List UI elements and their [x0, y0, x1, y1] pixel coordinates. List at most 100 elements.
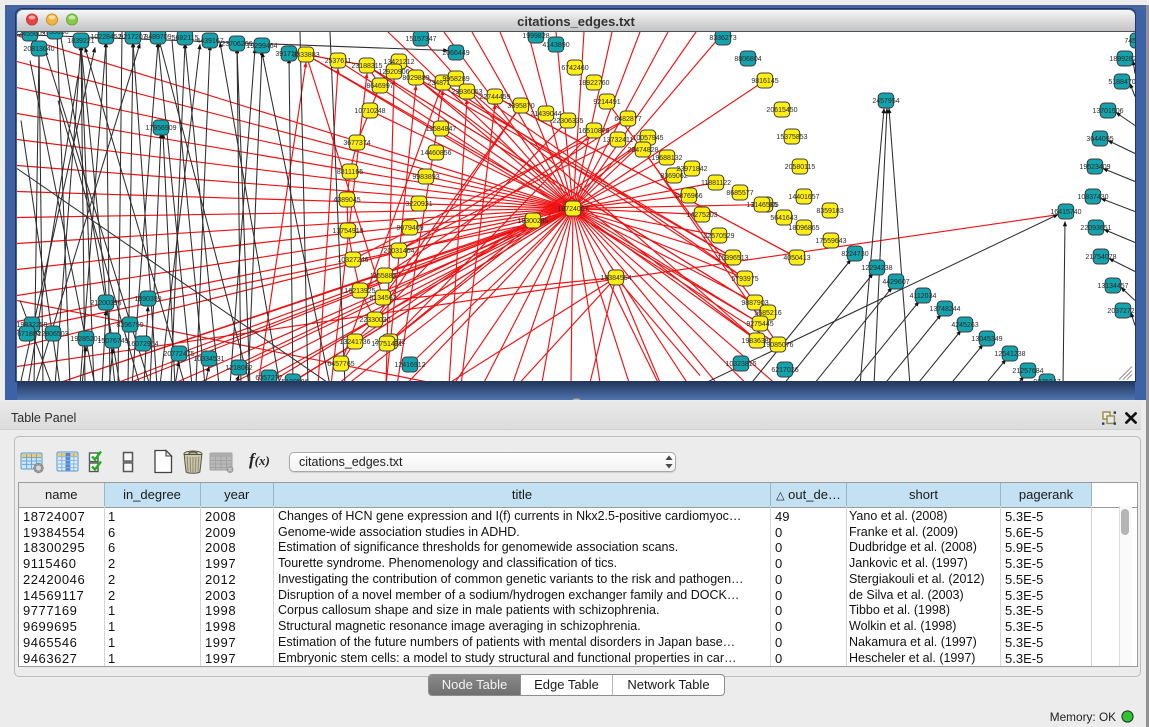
svg-text:10327246: 10327246	[337, 257, 368, 264]
svg-text:13701506: 13701506	[1092, 108, 1123, 115]
svg-text:2457954: 2457954	[872, 98, 899, 105]
svg-text:18300295: 18300295	[517, 218, 548, 225]
svg-text:8029889: 8029889	[402, 75, 429, 82]
svg-text:13754919: 13754919	[332, 228, 363, 235]
svg-text:14401657: 14401657	[788, 194, 819, 201]
svg-text:8224730: 8224730	[841, 251, 868, 258]
svg-text:18922760: 18922760	[578, 80, 609, 87]
svg-text:13732411: 13732411	[603, 137, 634, 144]
svg-text:17559643: 17559643	[815, 238, 846, 245]
svg-text:10710248: 10710248	[354, 108, 385, 115]
svg-text:16072954: 16072954	[127, 341, 158, 348]
svg-text:6217026: 6217026	[771, 367, 798, 374]
svg-text:9958289: 9958289	[442, 76, 469, 83]
svg-text:3677374: 3677374	[343, 140, 370, 147]
svg-text:12294238: 12294238	[861, 265, 892, 272]
svg-text:22093651: 22093651	[1080, 225, 1111, 232]
svg-text:3220921: 3220921	[405, 201, 432, 208]
svg-text:15157347: 15157347	[405, 36, 436, 43]
svg-text:3395870: 3395870	[507, 103, 534, 110]
svg-text:8646997: 8646997	[366, 83, 393, 90]
svg-text:18724007: 18724007	[557, 206, 588, 213]
svg-text:4245263: 4245263	[951, 322, 978, 329]
svg-text:1890399: 1890399	[134, 296, 161, 303]
svg-text:19523409: 19523409	[1079, 164, 1110, 171]
svg-text:13146585: 13146585	[746, 202, 777, 209]
svg-text:18096865: 18096865	[788, 225, 819, 232]
svg-text:22474828: 22474828	[627, 147, 658, 154]
svg-text:20813640: 20813640	[23, 46, 54, 53]
svg-text:16396513: 16396513	[717, 255, 748, 262]
svg-text:12416912: 12416912	[394, 362, 425, 369]
svg-text:1218062: 1218062	[225, 365, 252, 372]
svg-text:5682115: 5682115	[172, 35, 199, 42]
svg-text:23936053: 23936053	[451, 89, 482, 96]
svg-text:11584847: 11584847	[426, 126, 457, 133]
svg-text:8336273: 8336273	[709, 35, 736, 42]
svg-text:20772475: 20772475	[163, 351, 194, 358]
svg-text:6457765: 6457765	[327, 361, 354, 368]
svg-text:15076749: 15076749	[97, 338, 128, 345]
svg-text:8685577: 8685577	[726, 190, 753, 197]
svg-text:22806503: 22806503	[37, 331, 68, 338]
svg-text:20615450: 20615450	[766, 107, 797, 114]
svg-text:8134562: 8134562	[369, 295, 396, 302]
svg-text:21754078: 21754078	[1085, 254, 1116, 261]
svg-text:17956909: 17956909	[145, 125, 176, 132]
svg-text:17751421: 17751421	[371, 341, 402, 348]
svg-text:19299464: 19299464	[246, 43, 277, 50]
svg-text:4389045: 4389045	[333, 197, 360, 204]
svg-text:16415740: 16415740	[1050, 209, 1081, 216]
svg-text:14275203: 14275203	[686, 212, 717, 219]
svg-text:8489709: 8489709	[144, 34, 171, 41]
svg-text:22330030: 22330030	[359, 317, 390, 324]
svg-text:4143890: 4143890	[542, 42, 569, 49]
svg-text:9816145: 9816145	[751, 78, 778, 85]
svg-text:21439044: 21439044	[530, 111, 561, 118]
svg-text:2537611: 2537611	[325, 58, 352, 65]
svg-text:5641643: 5641643	[770, 215, 797, 222]
svg-text:5188470: 5188470	[1108, 79, 1135, 86]
svg-text:18992829: 18992829	[1109, 56, 1135, 63]
svg-text:7452134: 7452134	[1124, 38, 1135, 45]
svg-text:21200396: 21200396	[90, 300, 121, 307]
svg-text:6482877: 6482877	[614, 116, 641, 123]
svg-text:23971842: 23971842	[676, 166, 707, 173]
svg-text:8369062: 8369062	[660, 173, 687, 180]
svg-text:15375853: 15375853	[776, 134, 807, 141]
svg-text:22570529: 22570529	[703, 233, 734, 240]
svg-text:19688132: 19688132	[651, 155, 682, 162]
svg-text:10323815: 10323815	[725, 361, 756, 368]
svg-text:3333883: 3333883	[292, 52, 319, 59]
svg-text:22306335: 22306335	[552, 118, 583, 125]
svg-text:16213925: 16213925	[344, 288, 375, 295]
svg-text:4735650: 4735650	[41, 32, 68, 36]
svg-text:16510878: 16510878	[578, 128, 609, 135]
svg-text:5793975: 5793975	[731, 276, 758, 283]
svg-text:9875847: 9875847	[1033, 379, 1060, 382]
svg-text:20372723: 20372723	[1107, 308, 1135, 315]
svg-text:11558837: 11558837	[370, 273, 401, 280]
svg-text:10228452: 10228452	[90, 34, 121, 41]
svg-text:1999828: 1999828	[522, 33, 549, 40]
svg-text:9275445: 9275445	[746, 321, 773, 328]
svg-text:11881122: 11881122	[701, 180, 731, 187]
svg-text:13045349: 13045349	[971, 336, 1002, 343]
svg-text:14460856: 14460856	[420, 150, 451, 157]
svg-text:8079409: 8079409	[396, 225, 423, 232]
svg-text:9983893: 9983893	[412, 174, 439, 181]
svg-text:13241736: 13241736	[339, 339, 370, 346]
svg-text:9217207: 9217207	[119, 34, 146, 41]
svg-text:20031404: 20031404	[383, 248, 414, 255]
svg-text:4050413: 4050413	[783, 255, 810, 262]
svg-text:10334531: 10334531	[193, 356, 224, 363]
svg-text:12541238: 12541238	[994, 351, 1025, 358]
svg-text:3644095: 3644095	[1086, 136, 1113, 143]
svg-text:20580115: 20580115	[785, 164, 816, 171]
svg-text:19085076: 19085076	[762, 342, 793, 349]
svg-text:22744459: 22744459	[479, 94, 510, 101]
svg-text:2876966: 2876966	[675, 193, 702, 200]
svg-text:4112034: 4112034	[910, 293, 937, 300]
svg-text:21257684: 21257684	[1012, 368, 1043, 375]
svg-text:10837430: 10837430	[1077, 194, 1108, 201]
